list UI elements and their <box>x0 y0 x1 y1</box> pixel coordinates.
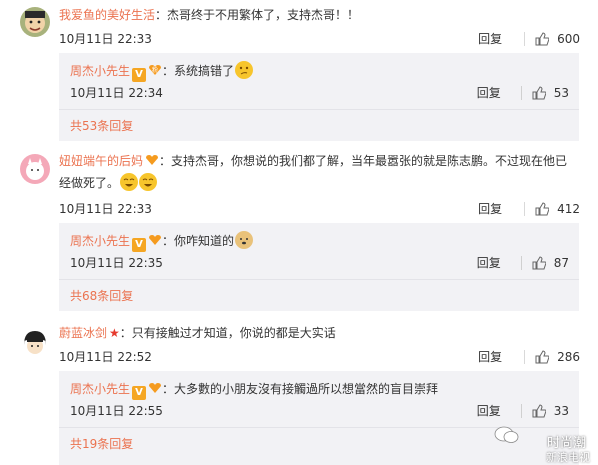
timestamp: 10月11日 22:33 <box>59 202 152 216</box>
reply-button[interactable]: 回复 <box>477 402 501 419</box>
thumbs-up-icon[interactable] <box>532 255 546 270</box>
reply-body: ：大多數的小朋友沒有接觸過所以想當然的盲目崇拜 <box>162 382 439 396</box>
avatar-image <box>20 154 50 184</box>
wechat-logo-icon <box>494 426 519 443</box>
avatar[interactable] <box>20 154 50 184</box>
fan-medal-icon <box>149 235 162 245</box>
star-icon: ★ <box>109 326 120 340</box>
comment-text: 蔚蓝冰剑 ★：只有接触过才知道，你说的都是大实话 <box>59 322 336 344</box>
comment-body: ：只有接触过才知道，你说的都是大实话 <box>119 326 336 340</box>
weibo-comments-page: { "comments": [ { "user": "我爱鱼的美好生活", "t… <box>0 0 598 465</box>
comment-actions: 回复 412 <box>478 200 580 217</box>
watermark-source: 新浪电视 <box>546 451 590 464</box>
username-link[interactable]: 我爱鱼的美好生活 <box>59 8 155 22</box>
like-count: 286 <box>557 349 580 364</box>
comment-body: ：杰哥终于不用繁体了，支持杰哥！！ <box>155 8 360 22</box>
fan-medal-icon <box>149 383 162 393</box>
more-replies-link[interactable]: 共19条回复 <box>70 435 133 452</box>
username-link[interactable]: 蔚蓝冰剑 <box>59 326 107 340</box>
like-count: 412 <box>557 201 580 216</box>
like-count: 53 <box>553 85 569 100</box>
timestamp: 10月11日 22:35 <box>70 256 163 270</box>
avatar[interactable] <box>20 327 50 357</box>
like-count: 87 <box>553 255 569 270</box>
reply-body: ：你咋知道的 <box>162 234 235 248</box>
username-link[interactable]: 周杰小先生 <box>70 64 130 78</box>
reply-text: 周杰小先生 V ：你咋知道的 <box>70 230 254 252</box>
laughing-emoji-icon <box>139 173 158 191</box>
reply-button[interactable]: 回复 <box>478 30 502 47</box>
divider <box>524 31 526 46</box>
divider <box>520 255 522 270</box>
comment-body-line-2: 经做死了。 <box>59 176 120 190</box>
reply-button[interactable]: 回复 <box>478 200 502 217</box>
more-replies-link[interactable]: 共53条回复 <box>70 117 133 134</box>
thumbs-up-icon[interactable] <box>535 349 550 364</box>
more-replies-link[interactable]: 共68条回复 <box>70 287 133 304</box>
laughing-emoji-icon <box>120 173 139 191</box>
v-badge-icon: V <box>132 238 147 252</box>
v-badge-icon: V <box>132 68 147 82</box>
username-link[interactable]: 妞妞端午的后妈 <box>59 154 143 168</box>
thumbs-up-icon[interactable] <box>532 403 546 418</box>
reply-separator <box>59 109 579 110</box>
divider <box>524 349 526 364</box>
reply-actions: 回复 87 <box>477 254 569 271</box>
thumbs-up-icon[interactable] <box>535 201 550 216</box>
reply-separator <box>59 279 579 280</box>
reply-box: 周杰小先生 V ：大多數的小朋友沒有接觸過所以想當然的盲目崇拜 10月11日 22:… <box>59 371 579 465</box>
divider <box>520 85 522 100</box>
doge-emoji-icon <box>235 231 254 249</box>
thumbs-up-icon[interactable] <box>535 31 550 46</box>
reply-button[interactable]: 回复 <box>477 84 501 101</box>
timestamp: 10月11日 22:52 <box>59 350 152 364</box>
avatar[interactable] <box>20 7 50 37</box>
avatar-image <box>20 327 50 357</box>
comment-text: 我爱鱼的美好生活：杰哥终于不用繁体了，支持杰哥！！ <box>59 4 359 26</box>
comment-actions: 回复 600 <box>478 30 580 47</box>
reply-button[interactable]: 回复 <box>478 348 502 365</box>
svg-text:粉: 粉 <box>152 66 158 74</box>
comment-actions: 回复 286 <box>478 348 580 365</box>
reply-actions: 回复 53 <box>477 84 569 101</box>
comment-text: 妞妞端午的后妈 ：支持杰哥，你想说的我们都了解，当年最嚣张的就是陈志鹏。不过现在他… <box>59 150 567 194</box>
reply-actions: 回复 33 <box>477 402 569 419</box>
fan-medal-icon: 粉 <box>149 65 162 75</box>
reply-body: ：系统搞错了 <box>162 64 235 78</box>
thinking-emoji-icon <box>235 61 254 79</box>
like-count: 33 <box>553 403 569 418</box>
reply-button[interactable]: 回复 <box>477 254 501 271</box>
reply-box: 周杰小先生 V ：你咋知道的 10月11日 22:35 回复 87 共68条回复 <box>59 223 579 311</box>
v-badge-icon: V <box>132 386 147 400</box>
divider <box>520 403 522 418</box>
thumbs-up-icon[interactable] <box>532 85 546 100</box>
timestamp: 10月11日 22:55 <box>70 404 163 418</box>
divider <box>524 201 526 216</box>
username-link[interactable]: 周杰小先生 <box>70 382 130 396</box>
reply-text: 周杰小先生 V 粉 ：系统搞错了 <box>70 60 254 82</box>
timestamp: 10月11日 22:33 <box>59 32 152 46</box>
username-link[interactable]: 周杰小先生 <box>70 234 130 248</box>
like-count: 600 <box>557 31 580 46</box>
avatar-image <box>20 7 50 37</box>
timestamp: 10月11日 22:34 <box>70 86 163 100</box>
reply-text: 周杰小先生 V ：大多數的小朋友沒有接觸過所以想當然的盲目崇拜 <box>70 378 438 400</box>
fan-medal-icon <box>146 155 159 165</box>
reply-box: 周杰小先生 V 粉 ：系统搞错了 10月11日 22:34 回复 53 共53条回复 <box>59 53 579 141</box>
comment-body-line-1: ：支持杰哥，你想说的我们都了解，当年最嚣张的就是陈志鹏。不过现在他已 <box>159 154 568 168</box>
